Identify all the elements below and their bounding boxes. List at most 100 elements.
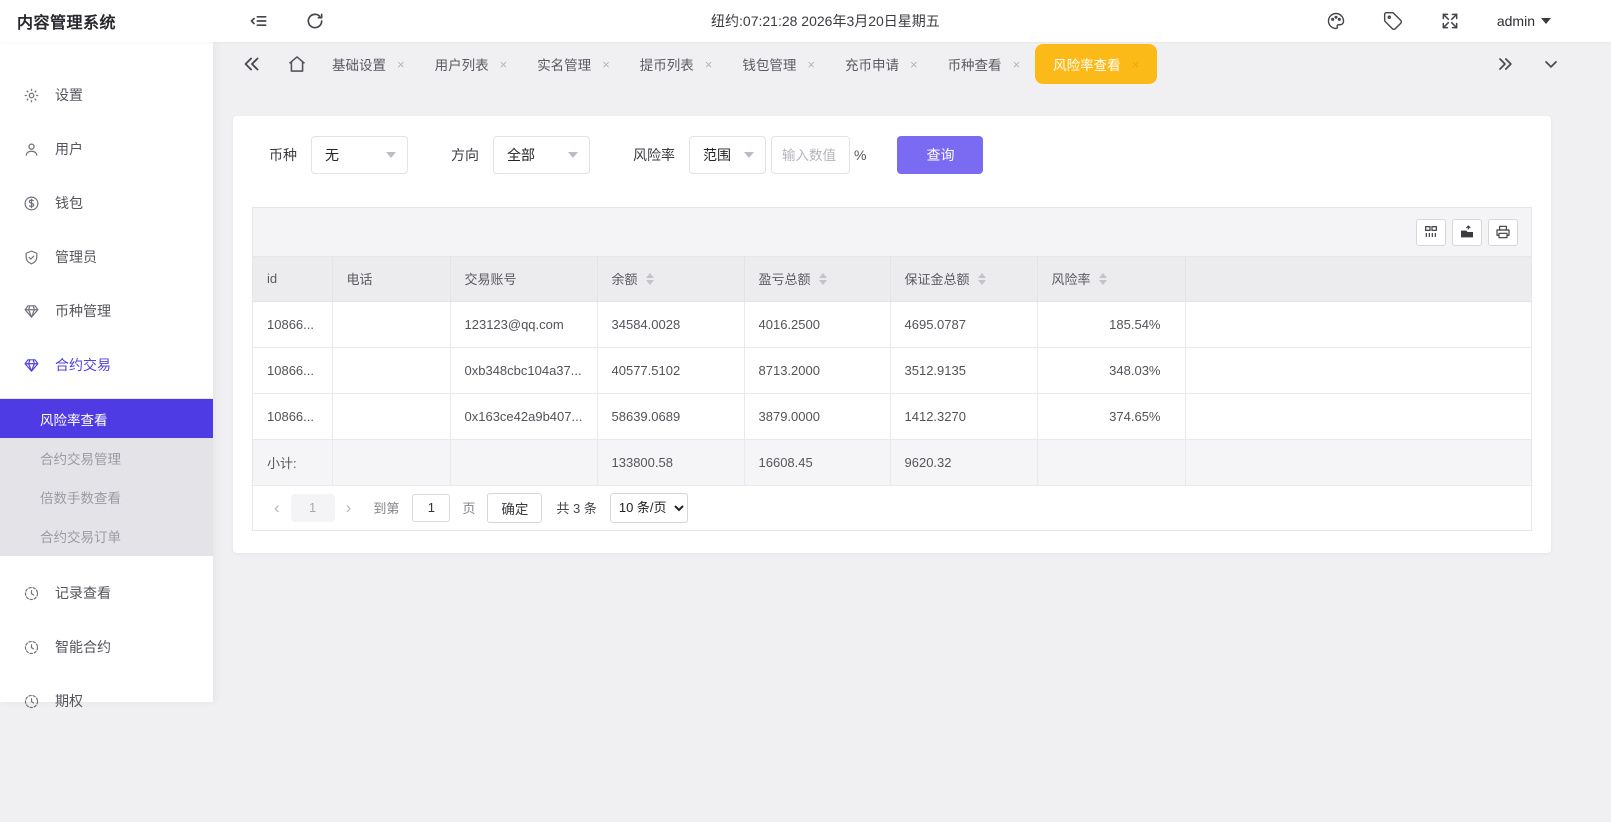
sidebar-item-label: 期权: [55, 691, 83, 711]
tab-wallet-mgmt[interactable]: 钱包管理 ×: [727, 44, 830, 84]
sidebar-item-currency-mgmt[interactable]: 币种管理: [0, 284, 213, 338]
col-header-risk-rate[interactable]: 风险率: [1037, 257, 1185, 301]
history-icon: [23, 639, 40, 656]
tab-close-icon[interactable]: ×: [397, 58, 405, 71]
col-header-margin-total[interactable]: 保证金总额: [890, 257, 1037, 301]
table-row: 10866... 0xb348cbc104a37... 40577.5102 8…: [253, 347, 1531, 393]
sidebar-item-smart-contract[interactable]: 智能合约: [0, 620, 213, 674]
cell-phone: [332, 347, 450, 393]
filter-bar: 币种 无 方向 全部 风险率 范围 % 查询: [269, 136, 1532, 174]
submenu-item-risk-rate-view[interactable]: 风险率查看: [0, 399, 213, 438]
sidebar-item-label: 用户: [55, 139, 83, 159]
export-button[interactable]: [1452, 219, 1482, 246]
tab-user-list[interactable]: 用户列表 ×: [420, 44, 523, 84]
page-number-button[interactable]: 1: [291, 494, 335, 522]
columns-icon: [1423, 224, 1439, 240]
sort-icon[interactable]: [646, 273, 654, 285]
cell-phone: [332, 301, 450, 347]
gem-icon: [23, 357, 40, 374]
tab-kyc-mgmt[interactable]: 实名管理 ×: [522, 44, 625, 84]
cell-risk-rate: 374.65%: [1037, 393, 1185, 439]
sidebar-item-label: 智能合约: [55, 637, 111, 657]
refresh-icon[interactable]: [305, 11, 325, 31]
history-icon: [23, 693, 40, 710]
cell-balance: 40577.5102: [597, 347, 744, 393]
user-icon: [23, 141, 40, 158]
goto-page-input[interactable]: [412, 494, 450, 522]
theme-palette-icon[interactable]: [1326, 11, 1346, 31]
contract-trade-submenu: 风险率查看 合约交易管理 倍数手数查看 合约交易订单: [0, 398, 213, 556]
cell-account: 0x163ce42a9b407...: [450, 393, 597, 439]
sort-icon[interactable]: [819, 273, 827, 285]
cell-pnl-total: 4016.2500: [744, 301, 890, 347]
sidebar-item-settings[interactable]: 设置: [0, 68, 213, 122]
sort-icon[interactable]: [1099, 273, 1107, 285]
tabs-menu-chevron-icon[interactable]: [1541, 54, 1561, 74]
direction-select[interactable]: 全部: [493, 136, 590, 174]
submenu-item-contract-trade-orders[interactable]: 合约交易订单: [0, 516, 213, 555]
tab-withdraw-list[interactable]: 提币列表 ×: [625, 44, 728, 84]
tab-close-icon[interactable]: ×: [1013, 58, 1021, 71]
currency-filter-label: 币种: [269, 145, 297, 165]
sidebar-item-label: 管理员: [55, 247, 97, 267]
confirm-page-button[interactable]: 确定: [487, 493, 542, 523]
table-row: 10866... 0x163ce42a9b407... 58639.0689 3…: [253, 393, 1531, 439]
sidebar-item-records-view[interactable]: 记录查看: [0, 566, 213, 620]
sidebar-item-contract-trade[interactable]: 合约交易: [0, 338, 213, 392]
next-page-icon[interactable]: ›: [342, 499, 356, 516]
tab-label: 充币申请: [845, 54, 899, 74]
sidebar-item-options[interactable]: 期权: [0, 674, 213, 728]
tab-label: 风险率查看: [1053, 54, 1121, 74]
column-settings-button[interactable]: [1416, 219, 1446, 246]
cell-margin-total: 3512.9135: [890, 347, 1037, 393]
tab-risk-rate-view[interactable]: 风险率查看 ×: [1035, 44, 1157, 84]
page-size-select[interactable]: 10 条/页: [610, 493, 688, 523]
sidebar-item-admins[interactable]: 管理员: [0, 230, 213, 284]
prev-page-icon[interactable]: ‹: [270, 499, 284, 516]
shield-check-icon: [23, 249, 40, 266]
direction-select-value: 全部: [507, 145, 535, 165]
tab-close-icon[interactable]: ×: [602, 58, 610, 71]
tabs-scroll-left-icon[interactable]: [241, 53, 263, 75]
fullscreen-icon[interactable]: [1440, 11, 1460, 31]
tab-label: 钱包管理: [742, 54, 796, 74]
home-icon[interactable]: [287, 54, 307, 74]
cell-id: 10866...: [253, 393, 332, 439]
total-count-label: 共 3 条: [556, 498, 596, 517]
currency-select-value: 无: [325, 145, 339, 165]
collapse-sidebar-icon[interactable]: [249, 11, 269, 31]
risk-value-input[interactable]: [771, 136, 850, 174]
sidebar-item-wallet[interactable]: 钱包: [0, 176, 213, 230]
tab-currency-view[interactable]: 币种查看 ×: [933, 44, 1036, 84]
submenu-item-label: 合约交易管理: [40, 448, 121, 468]
top-header: 内容管理系统 纽约:07:21:28 2026年3月20日星期五 admin: [0, 0, 1611, 42]
table-row: 10866... 123123@qq.com 34584.0028 4016.2…: [253, 301, 1531, 347]
tab-deposit-request[interactable]: 充币申请 ×: [830, 44, 933, 84]
tab-close-icon[interactable]: ×: [1132, 58, 1140, 71]
subtotal-label: 小计:: [253, 439, 332, 485]
page-unit-label: 页: [462, 498, 475, 517]
user-caret-icon: [1541, 18, 1551, 24]
tag-icon[interactable]: [1383, 11, 1403, 31]
col-header-balance[interactable]: 余额: [597, 257, 744, 301]
gem-icon: [23, 303, 40, 320]
submenu-item-contract-trade-mgmt[interactable]: 合约交易管理: [0, 438, 213, 477]
sort-icon[interactable]: [978, 273, 986, 285]
cell-empty: [1185, 347, 1531, 393]
print-button[interactable]: [1488, 219, 1518, 246]
tab-close-icon[interactable]: ×: [705, 58, 713, 71]
tab-close-icon[interactable]: ×: [807, 58, 815, 71]
currency-select[interactable]: 无: [311, 136, 408, 174]
tab-close-icon[interactable]: ×: [910, 58, 918, 71]
tabs-scroll-right-icon[interactable]: [1495, 54, 1515, 74]
sidebar-item-users[interactable]: 用户: [0, 122, 213, 176]
tab-basic-settings[interactable]: 基础设置 ×: [317, 44, 420, 84]
submenu-item-multiplier-lots-view[interactable]: 倍数手数查看: [0, 477, 213, 516]
search-button[interactable]: 查询: [897, 136, 983, 174]
col-header-pnl-total[interactable]: 盈亏总额: [744, 257, 890, 301]
submenu-item-label: 风险率查看: [40, 409, 108, 429]
user-menu[interactable]: admin: [1497, 13, 1551, 29]
risk-mode-select[interactable]: 范围: [689, 136, 766, 174]
sidebar-item-label: 币种管理: [55, 301, 111, 321]
tab-close-icon[interactable]: ×: [500, 58, 508, 71]
